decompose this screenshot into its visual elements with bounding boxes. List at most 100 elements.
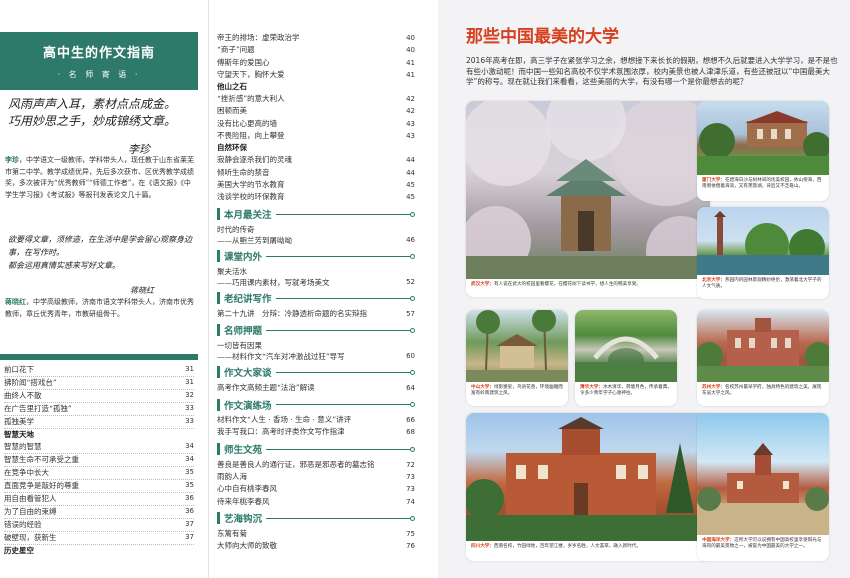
toc-entry[interactable]: 善良是善良人的通行证，邪恶是邪恶者的墓志铭 72 [217,459,415,471]
toc-entry-title: 直面竞争是敲好的尊重 [4,481,79,490]
toc-page-number: 44 [406,156,415,165]
toc-page-number: 36 [185,507,194,515]
section-marker-bar [217,292,220,305]
teacher-bio-2: 蒋晓红，中学高级教师，济南市语文学科带头人，济南市优秀教师，章丘优秀青年，市教研… [5,296,195,320]
left-column: 高中生的作文指南 · 名 师 寄 语 · 风雨声声入耳，素材点点成金。 巧用妙思… [0,0,198,578]
circle-dot-icon [410,327,415,333]
toc-page-number: 31 [185,365,194,373]
toc-entry-title: 第二十九讲 分辩：冷静透析命题的名实辩指 [217,308,367,318]
card-label: 中国海洋大学： [702,538,735,543]
toc-entry-title: ——从鲍兰芳到屠呦呦 [217,235,292,245]
section-title: 老纪讲写作 [224,294,272,306]
toc-page-number: 33 [185,417,194,425]
toc-entry[interactable]: “商子”问题 40 [217,44,415,56]
toc-entry[interactable]: 聚夫活水 [217,266,415,277]
card-caption: 苏州大学：名校苏州最早学府，独具特色的建筑之美，展现东吴大学之风。 [702,385,826,397]
toc-entry-title: 聚夫活水 [217,266,247,276]
toc-entry[interactable]: ——巧用课内素材，写就考场美文 52 [217,277,415,288]
toc-entry[interactable]: “挫折感”的意大利人 42 [217,93,415,105]
calligraphy-signature: 蒋晓红 [130,286,154,295]
teacher-bio-text: ，中学语文一级教师，学科带头人，现任教于山东省莱芜市第二中学。教学成绩优异，先后… [5,156,194,199]
xiamen-university-photo [697,101,829,175]
section-rule [275,371,410,373]
section-title: 本月最关注 [224,210,272,222]
toc-entry-title: ——材料作文“汽车对冲激战过狂”导写 [217,351,345,361]
toc-entry[interactable]: 傅斯年的爱国心 41 [217,57,415,69]
toc-entry-title: 时代的传奇 [217,224,255,234]
toc-entry[interactable]: 高考作文高频主题“法治”解读 64 [217,382,415,394]
sichuan-university-photo [466,413,710,541]
toc-entry-title: 浅谈学校的环保教育 [217,192,285,202]
toc-subheading: 历史星空 [4,546,34,555]
toc-entry[interactable]: 浅谈学校的环保教育 45 [217,191,415,203]
toc-section-header: 课堂内外 [217,249,415,264]
university-card-qinghua: 清华大学：水木清华，荷塘月色，传承着典，令多少青年学子心驰神往。 [575,310,677,406]
section-marker-bar [217,208,220,221]
circle-dot-icon [410,446,415,452]
toc-entry[interactable]: 东篱有菊 75 [217,528,415,540]
toc-page-number: 75 [406,529,415,538]
toc-entry-title: 不畏险阻，向上攀登 [217,131,285,141]
toc-entry[interactable]: 心中自有桃李春风 73 [217,483,415,495]
toc-page-number: 73 [406,473,415,482]
section-marker-bar [217,250,220,263]
toc-entry[interactable]: ——从鲍兰芳到屠呦呦 46 [217,235,415,246]
toc-entry-title: 傅斯年的爱国心 [217,57,270,67]
toc-entry[interactable]: 困顿而美 42 [217,105,415,117]
university-card-wuhan: 武汉大学：有人说在武大的校园里看樱花，在樱花树下读书学，想人生的畅美享受。 [466,101,710,297]
toc-entry[interactable]: 第二十九讲 分辩：冷静透析命题的名实辩指 57 [217,308,415,320]
toc-entry[interactable]: 待来年桃李春风 74 [217,496,415,508]
toc-page-number: 34 [185,455,194,463]
card-caption: 厦门大学：在碧海白沙与树林间的优美校园，依山傍海，西南侧依偎着海滨，又有芙蓉湖，… [702,178,826,190]
article-intro: 2016年高考在即，高三学子在紧张学习之余，想想接下来长长的假期，想想不久后就要… [466,56,838,86]
toc-entry[interactable]: 美国大学的节水教育 45 [217,179,415,191]
toc-entry-title: 曲终人不散 [4,391,42,400]
toc-page-number: 31 [185,378,194,386]
toc-page-number: 45 [406,180,415,189]
toc-entry[interactable]: 帝王的排场：虚荣政治学 40 [217,32,415,44]
toc-entry-title: 大师向大师的致敬 [217,541,277,551]
toc-page-number: 76 [406,542,415,551]
toc-page-number: 66 [406,416,415,425]
toc-entry-title: “挫折感”的意大利人 [217,94,285,104]
section-rule [275,297,410,299]
toc-page-number: 73 [406,485,415,494]
toc-entry[interactable]: ——材料作文“汽车对冲激战过狂”导写 60 [217,351,415,362]
toc-page-number: 42 [406,95,415,104]
toc-entry[interactable]: 没有比心更高的墙 43 [217,118,415,130]
toc-entry-title: 前口花下 [4,365,34,374]
calligraphy-line: 欲要得文章，须修造，在生活中是学会留心观察身边事，在写作时。 [8,235,192,257]
toc-entry[interactable]: 破壁现，获新生 37 [4,532,194,545]
toc-entry[interactable]: 不畏险阻，向上攀登 43 [217,130,415,142]
card-caption: 中山大学：绿影婆娑，鸟语花香，环境幽雅而富有岭南建筑之风。 [471,385,565,397]
teacher-bio-1: 李珍，中学语文一级教师，学科带头人，现任教于山东省莱芜市第二中学。教学成绩优异，… [5,154,195,201]
toc-entry[interactable]: 寂静会逐杀我们的灵魂 44 [217,154,415,166]
card-caption-text: 西南名校，竹园绿地，百年望江楼，岁岁名胜，人文荟萃，融入新时代。 [493,544,641,549]
toc-page-number: 41 [406,70,415,79]
guide-subtitle: · 名 师 寄 语 · [57,70,141,79]
toc-entry[interactable]: 大师向大师的致敬 76 [217,540,415,552]
toc-entry[interactable]: 一切皆有因果 [217,340,415,351]
toc-entry[interactable]: 雨韵人海 73 [217,471,415,483]
toc-subheading: 他山之石 [217,82,247,92]
card-label: 北京大学： [702,278,725,283]
toc-entry[interactable]: 材料作文“人生 · 香场 · 生命 · 意义”讲评 66 [217,414,415,426]
right-column: 帝王的排场：虚荣政治学 40 “商子”问题 40 傅斯年的爱国心 41 守望天下，胸怀大爱 4… [208,0,430,578]
calligraphy-line: 都会运用真情实感来写好文章。 [8,261,120,270]
circle-dot-icon [410,369,415,375]
section-rule [275,213,410,215]
toc-entry[interactable]: 时代的传奇 [217,224,415,235]
toc-page-number: 42 [406,107,415,116]
toc-entry[interactable]: 守望天下，胸怀大爱 41 [217,69,415,81]
wuhan-university-photo [466,101,710,279]
toc-entry-title: 在竞争中长大 [4,468,49,477]
toc-section-header: 作文大家谈 [217,365,415,380]
section-title: 作文演练场 [224,400,272,412]
toc-entry[interactable]: 我手写我口：高考时评类作文写作指津 68 [217,426,415,438]
toc-entry[interactable]: 孤独美学 33 [4,416,194,429]
section-rule [266,517,410,519]
card-label: 中山大学： [471,385,494,390]
toc-entry-title: 在广告里打造“孤独” [4,404,72,413]
toc-entry[interactable]: 倾听生命的禁音 44 [217,167,415,179]
toc-page-number: 36 [185,494,194,502]
